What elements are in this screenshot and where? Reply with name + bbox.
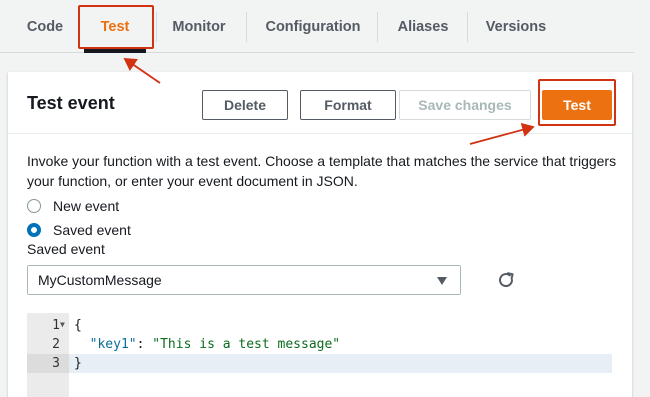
delete-button[interactable]: Delete <box>202 90 288 120</box>
saved-event-label: Saved event <box>27 241 105 257</box>
active-tab-indicator <box>84 49 146 53</box>
tab-aliases[interactable]: Aliases <box>393 0 453 53</box>
json-separator: : <box>136 337 153 352</box>
code-line: 2 "key1": "This is a test message" <box>27 335 612 354</box>
json-value: "This is a test message" <box>152 337 341 352</box>
line-number: 3 <box>52 356 60 371</box>
tab-divider <box>246 12 247 42</box>
line-number: 2 <box>52 337 60 352</box>
radio-new-event[interactable]: New event <box>27 198 119 214</box>
code-text: } <box>74 356 82 371</box>
tab-divider <box>377 12 378 42</box>
saved-event-value: MyCustomMessage <box>38 272 162 288</box>
json-key: "key1" <box>89 337 137 352</box>
tab-monitor[interactable]: Monitor <box>165 0 233 53</box>
code-editor[interactable]: 1 ▼ { 2 "key1": "This is a test message"… <box>27 313 612 397</box>
code-line-active: 3 } <box>27 354 612 373</box>
panel-header: Test event Delete Format Save changes Te… <box>8 72 632 134</box>
tab-test[interactable]: Test <box>84 0 146 53</box>
tab-divider <box>78 12 79 42</box>
test-button[interactable]: Test <box>542 90 612 120</box>
tab-divider <box>467 12 468 42</box>
code-line: 1 ▼ { <box>27 316 612 335</box>
code-text: "key1": "This is a test message" <box>74 335 340 354</box>
tab-divider <box>156 12 157 42</box>
code-text: { <box>74 318 82 333</box>
format-button[interactable]: Format <box>300 90 396 120</box>
panel-title: Test event <box>27 93 115 113</box>
tab-versions[interactable]: Versions <box>481 0 551 53</box>
tab-code[interactable]: Code <box>22 0 68 53</box>
fold-caret-icon[interactable]: ▼ <box>60 315 65 334</box>
caret-down-icon <box>437 277 447 285</box>
test-event-panel: Test event Delete Format Save changes Te… <box>8 72 632 397</box>
line-number: 1 <box>52 318 60 333</box>
save-changes-button[interactable]: Save changes <box>399 90 531 120</box>
radio-saved-event[interactable]: Saved event <box>27 222 131 238</box>
radio-button[interactable] <box>27 199 41 213</box>
radio-button[interactable] <box>27 223 41 237</box>
refresh-icon[interactable] <box>495 269 517 291</box>
radio-label: New event <box>53 198 120 214</box>
description-text: Invoke your function with a test event. … <box>27 153 617 189</box>
saved-event-select[interactable]: MyCustomMessage <box>27 265 461 295</box>
tab-bar: Code Test Monitor Configuration Aliases … <box>0 0 634 53</box>
radio-label: Saved event <box>53 222 131 238</box>
tab-configuration[interactable]: Configuration <box>260 0 366 53</box>
